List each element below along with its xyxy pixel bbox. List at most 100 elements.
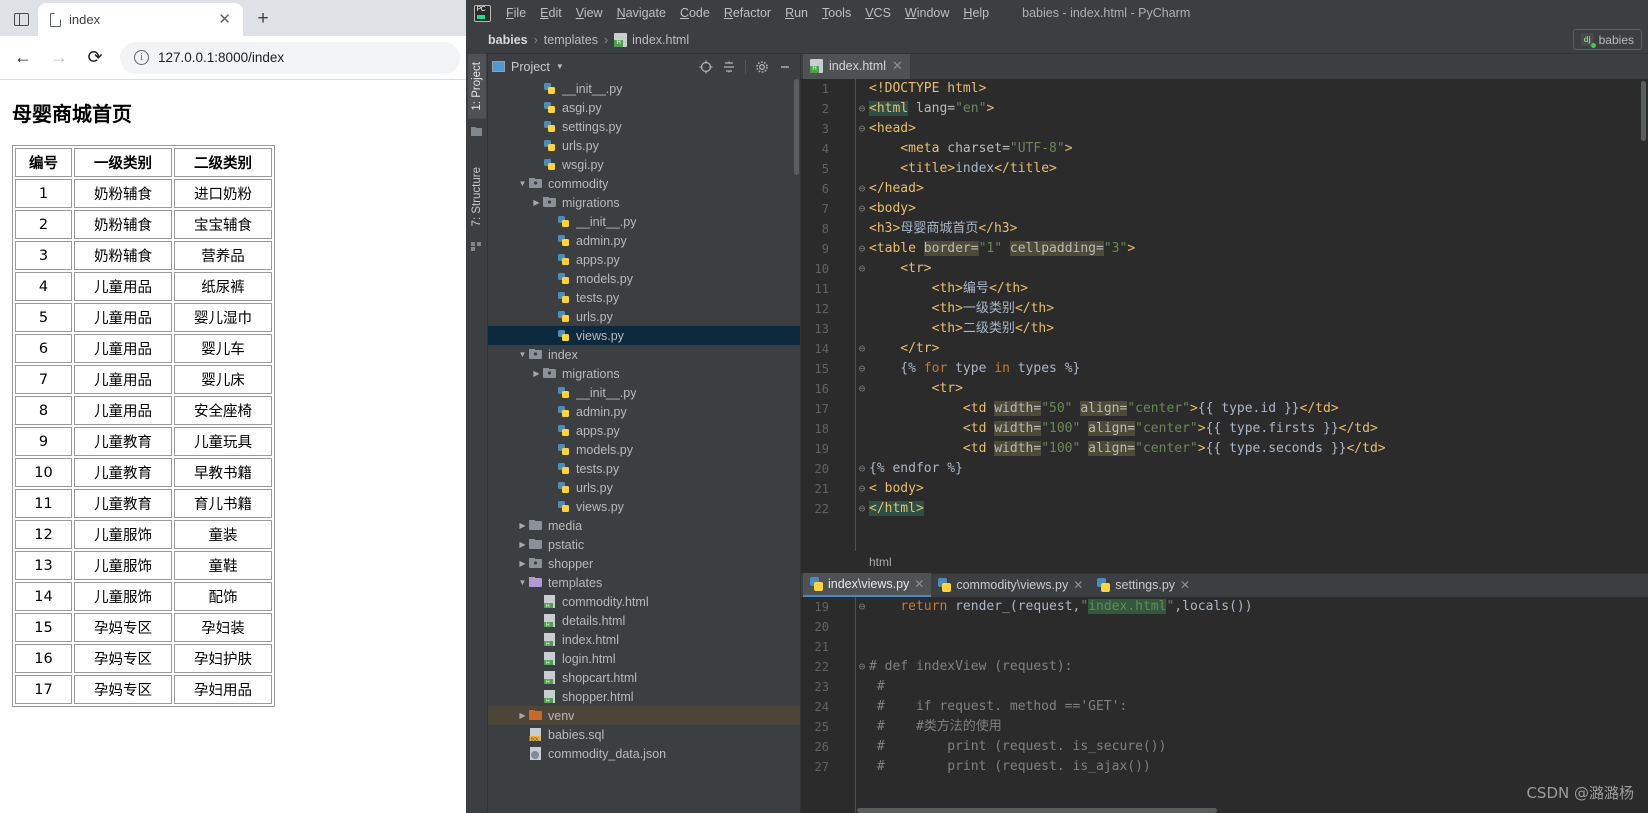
- tree-node[interactable]: ▶ shopper: [488, 554, 800, 573]
- forward-icon[interactable]: →: [42, 41, 76, 75]
- tree-node[interactable]: ▶ venv: [488, 706, 800, 725]
- fold-marker[interactable]: ⊖: [855, 379, 869, 399]
- tree-node[interactable]: __init__.py: [488, 212, 800, 231]
- split-editor-tab[interactable]: index\views.py ✕: [803, 573, 932, 597]
- menu-item-view[interactable]: View: [569, 3, 610, 23]
- fold-marker[interactable]: ⊖: [855, 597, 869, 617]
- tree-node[interactable]: admin.py: [488, 402, 800, 421]
- project-tree[interactable]: __init__.py asgi.py settings.py urls.py wsgi…: [488, 79, 800, 813]
- tree-node[interactable]: views.py: [488, 497, 800, 516]
- tree-node[interactable]: apps.py: [488, 250, 800, 269]
- chevron-down-icon[interactable]: ▼: [556, 62, 564, 71]
- chevron-down-icon[interactable]: ▼: [516, 350, 529, 359]
- menu-item-help[interactable]: Help: [956, 3, 996, 23]
- chevron-right-icon[interactable]: ▶: [530, 198, 543, 207]
- fold-marker[interactable]: ⊖: [855, 259, 869, 279]
- gear-icon[interactable]: [755, 60, 769, 74]
- tree-node[interactable]: Hshopcart.html: [488, 668, 800, 687]
- site-info-icon[interactable]: i: [134, 50, 149, 65]
- fold-marker[interactable]: ⊖: [855, 199, 869, 219]
- menu-item-tools[interactable]: Tools: [815, 3, 858, 23]
- tab-search-icon[interactable]: [4, 2, 38, 36]
- tree-node[interactable]: Hdetails.html: [488, 611, 800, 630]
- tree-node[interactable]: commodity_data.json: [488, 744, 800, 763]
- tool-tab-structure[interactable]: 7: Structure: [468, 159, 486, 234]
- close-icon[interactable]: ✕: [1180, 578, 1190, 592]
- tree-node[interactable]: tests.py: [488, 459, 800, 478]
- tree-node[interactable]: ▼ templates: [488, 573, 800, 592]
- structure-icon[interactable]: [471, 238, 482, 256]
- fold-marker[interactable]: ⊖: [855, 239, 869, 259]
- chevron-right-icon[interactable]: ▶: [516, 559, 529, 568]
- tree-node[interactable]: tests.py: [488, 288, 800, 307]
- address-bar[interactable]: i 127.0.0.1:8000/index: [120, 41, 460, 74]
- tree-node[interactable]: ▼ index: [488, 345, 800, 364]
- fold-marker[interactable]: ⊖: [855, 179, 869, 199]
- menu-item-navigate[interactable]: Navigate: [610, 3, 673, 23]
- close-icon[interactable]: ✕: [1073, 578, 1083, 592]
- close-icon[interactable]: ✕: [214, 12, 235, 27]
- split-editor-tab[interactable]: settings.py ✕: [1090, 573, 1197, 597]
- fold-marker[interactable]: ⊖: [855, 119, 869, 139]
- code-editor-html[interactable]: 1 <!DOCTYPE html> 2 ⊖ <html lang="en"> 3 ⊖ <hea…: [801, 79, 1648, 551]
- tree-node[interactable]: urls.py: [488, 136, 800, 155]
- tree-node[interactable]: models.py: [488, 269, 800, 288]
- reload-icon[interactable]: ⟳: [78, 41, 112, 75]
- breadcrumb-babies[interactable]: babies: [488, 33, 528, 47]
- tree-node[interactable]: views.py: [488, 326, 800, 345]
- fold-marker[interactable]: ⊖: [855, 499, 869, 519]
- code-editor-python[interactable]: CSDN @潞潞杨 19 ⊖ return render_(request,"in…: [801, 597, 1648, 813]
- breadcrumb-templates[interactable]: templates: [544, 33, 598, 47]
- chevron-down-icon[interactable]: ▼: [516, 179, 529, 188]
- back-icon[interactable]: ←: [6, 41, 40, 75]
- tree-node[interactable]: wsgi.py: [488, 155, 800, 174]
- tool-tab-project[interactable]: 1: Project: [467, 54, 486, 119]
- tree-node[interactable]: Hindex.html: [488, 630, 800, 649]
- chevron-right-icon[interactable]: ▶: [516, 540, 529, 549]
- tree-node[interactable]: urls.py: [488, 478, 800, 497]
- split-editor-tab[interactable]: commodity\views.py ✕: [931, 573, 1090, 597]
- fold-marker[interactable]: ⊖: [855, 339, 869, 359]
- minimize-icon[interactable]: [778, 60, 792, 74]
- chevron-right-icon[interactable]: ▶: [516, 711, 529, 720]
- browser-tab-index[interactable]: index ✕: [38, 3, 243, 36]
- tree-node[interactable]: SQL babies.sql: [488, 725, 800, 744]
- tree-node[interactable]: ▶ pstatic: [488, 535, 800, 554]
- tree-node[interactable]: ▶ migrations: [488, 364, 800, 383]
- menu-item-file[interactable]: File: [499, 3, 533, 23]
- breadcrumb-index-html[interactable]: index.html: [632, 33, 689, 47]
- fold-marker[interactable]: ⊖: [855, 657, 869, 677]
- python-editor-hscrollbar[interactable]: [857, 808, 1217, 813]
- tree-node[interactable]: __init__.py: [488, 383, 800, 402]
- fold-marker[interactable]: ⊖: [855, 479, 869, 499]
- menu-item-refactor[interactable]: Refactor: [717, 3, 778, 23]
- chevron-right-icon[interactable]: ▶: [530, 369, 543, 378]
- folder-icon[interactable]: [471, 123, 482, 141]
- menu-item-code[interactable]: Code: [673, 3, 717, 23]
- new-tab-button[interactable]: +: [248, 4, 278, 34]
- fold-marker[interactable]: ⊖: [855, 359, 869, 379]
- close-icon[interactable]: ✕: [892, 58, 903, 74]
- tree-node[interactable]: Hcommodity.html: [488, 592, 800, 611]
- chevron-down-icon[interactable]: ▼: [516, 578, 529, 587]
- fold-marker[interactable]: ⊖: [855, 99, 869, 119]
- fold-marker[interactable]: ⊖: [855, 459, 869, 479]
- tree-node[interactable]: ▼ commodity: [488, 174, 800, 193]
- tree-node[interactable]: apps.py: [488, 421, 800, 440]
- locate-icon[interactable]: [699, 60, 713, 74]
- tree-node[interactable]: ▶ media: [488, 516, 800, 535]
- tree-node[interactable]: Hlogin.html: [488, 649, 800, 668]
- collapse-all-icon[interactable]: [722, 60, 736, 74]
- menu-item-edit[interactable]: Edit: [533, 3, 569, 23]
- menu-item-window[interactable]: Window: [898, 3, 956, 23]
- tree-node[interactable]: asgi.py: [488, 98, 800, 117]
- tree-node[interactable]: urls.py: [488, 307, 800, 326]
- run-configuration-selector[interactable]: dj babies: [1572, 29, 1642, 50]
- editor-tab-index-html[interactable]: index.html ✕: [803, 54, 910, 79]
- tree-node[interactable]: admin.py: [488, 231, 800, 250]
- chevron-right-icon[interactable]: ▶: [516, 521, 529, 530]
- tree-node[interactable]: models.py: [488, 440, 800, 459]
- project-scrollbar[interactable]: [794, 79, 799, 175]
- tree-node[interactable]: __init__.py: [488, 79, 800, 98]
- menu-item-run[interactable]: Run: [778, 3, 815, 23]
